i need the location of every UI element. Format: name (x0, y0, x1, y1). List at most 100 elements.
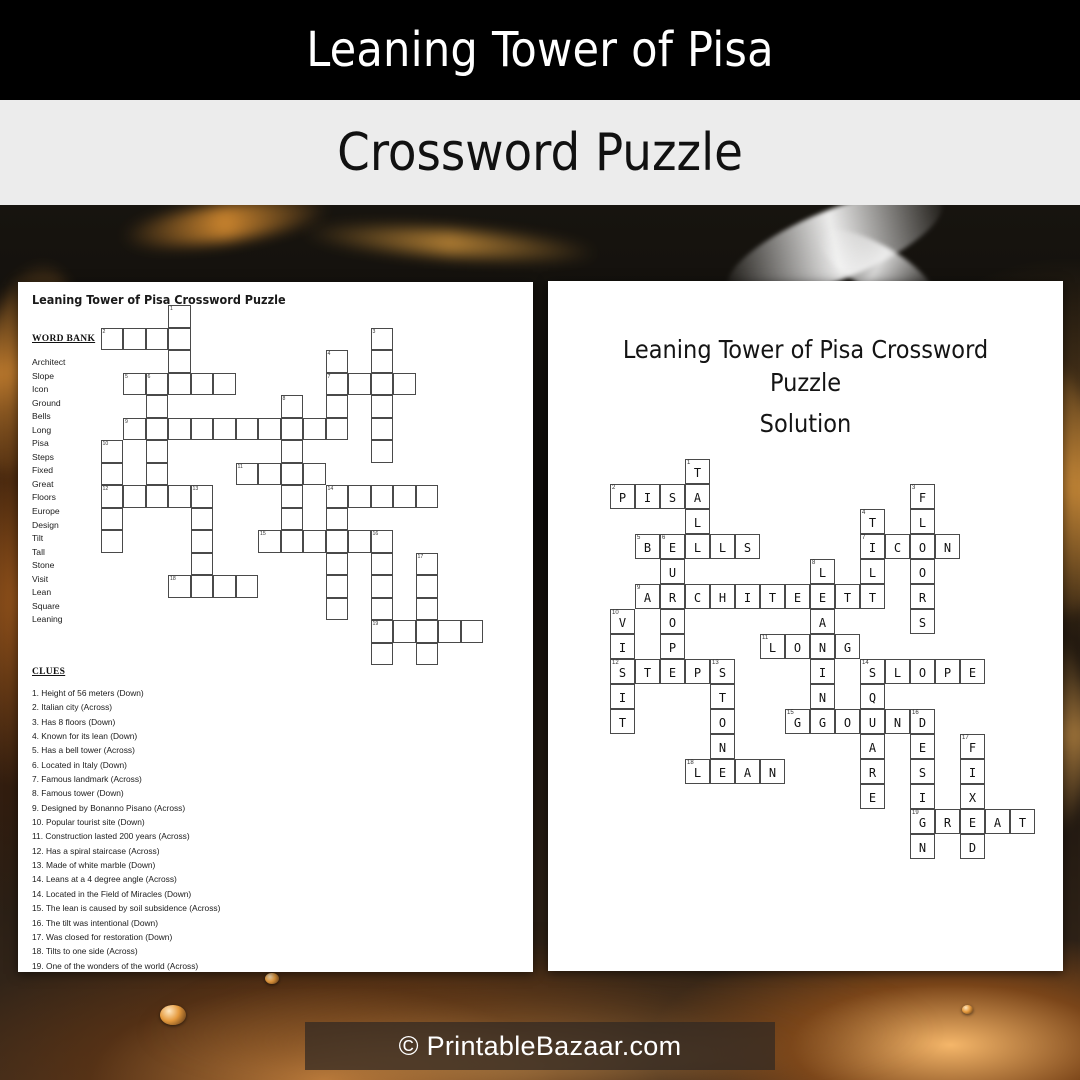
crossword-cell[interactable] (100, 507, 123, 530)
crossword-cell[interactable] (370, 372, 393, 395)
crossword-cell[interactable]: 17 (415, 552, 438, 575)
crossword-cell[interactable] (280, 530, 303, 553)
crossword-cell[interactable] (145, 395, 168, 418)
crossword-cell[interactable] (415, 575, 438, 598)
crossword-cell[interactable] (168, 372, 191, 395)
crossword-cell[interactable] (393, 620, 416, 643)
crossword-cell[interactable] (370, 350, 393, 373)
crossword-cell[interactable]: 11 (235, 462, 258, 485)
crossword-cell[interactable] (303, 417, 326, 440)
crossword-cell[interactable] (348, 372, 371, 395)
crossword-cell[interactable] (235, 417, 258, 440)
crossword-cell[interactable] (190, 575, 213, 598)
crossword-cell[interactable] (303, 462, 326, 485)
cell-letter: R (943, 815, 952, 830)
crossword-cell[interactable] (190, 552, 213, 575)
crossword-cell[interactable] (325, 417, 348, 440)
crossword-cell[interactable] (280, 485, 303, 508)
crossword-cell[interactable] (370, 642, 393, 665)
crossword-cell[interactable] (370, 417, 393, 440)
crossword-cell[interactable] (370, 552, 393, 575)
cell-letter: E (918, 740, 927, 755)
crossword-cell[interactable] (123, 327, 146, 350)
crossword-cell[interactable] (370, 395, 393, 418)
crossword-cell[interactable] (280, 440, 303, 463)
crossword-cell[interactable] (325, 597, 348, 620)
crossword-cell: 16 D (910, 709, 935, 734)
crossword-cell: S (910, 609, 935, 634)
crossword-cell[interactable] (213, 575, 236, 598)
crossword-cell[interactable]: 3 (370, 327, 393, 350)
cell-letter: S (868, 665, 877, 680)
crossword-cell[interactable] (393, 485, 416, 508)
crossword-cell[interactable] (415, 485, 438, 508)
crossword-cell[interactable] (438, 620, 461, 643)
crossword-cell[interactable] (145, 440, 168, 463)
crossword-cell[interactable] (168, 350, 191, 373)
crossword-cell[interactable]: 5 (123, 372, 146, 395)
crossword-cell[interactable] (258, 417, 281, 440)
crossword-cell[interactable]: 2 (100, 327, 123, 350)
crossword-cell[interactable]: 12 (100, 485, 123, 508)
crossword-cell[interactable] (370, 485, 393, 508)
crossword-cell[interactable] (145, 485, 168, 508)
cell-letter: E (668, 665, 677, 680)
crossword-cell[interactable] (370, 575, 393, 598)
crossword-cell[interactable] (145, 417, 168, 440)
crossword-cell[interactable]: 13 (190, 485, 213, 508)
crossword-cell[interactable]: 9 (123, 417, 146, 440)
crossword-cell[interactable] (280, 462, 303, 485)
crossword-cell[interactable] (325, 395, 348, 418)
crossword-cell: P (935, 659, 960, 684)
crossword-cell[interactable] (280, 417, 303, 440)
droplet-icon (962, 1005, 973, 1014)
word-bank-item: Leaning (32, 614, 63, 625)
crossword-cell[interactable] (325, 507, 348, 530)
crossword-cell[interactable] (145, 327, 168, 350)
crossword-cell[interactable] (370, 597, 393, 620)
crossword-cell[interactable] (145, 462, 168, 485)
crossword-cell[interactable]: 6 (145, 372, 168, 395)
crossword-cell[interactable] (348, 485, 371, 508)
crossword-cell[interactable]: 4 (325, 350, 348, 373)
crossword-cell[interactable]: 19 (370, 620, 393, 643)
crossword-cell[interactable]: 1 (168, 305, 191, 328)
crossword-cell[interactable]: 16 (370, 530, 393, 553)
crossword-cell[interactable] (415, 620, 438, 643)
crossword-cell[interactable]: 10 (100, 440, 123, 463)
crossword-cell[interactable]: 7 (325, 372, 348, 395)
crossword-cell[interactable] (190, 372, 213, 395)
cell-letter: N (818, 690, 827, 705)
crossword-cell[interactable]: 14 (325, 485, 348, 508)
crossword-cell[interactable] (325, 575, 348, 598)
crossword-cell[interactable] (123, 485, 146, 508)
crossword-cell[interactable] (190, 507, 213, 530)
crossword-cell: E (810, 584, 835, 609)
crossword-cell[interactable]: 8 (280, 395, 303, 418)
crossword-cell[interactable] (235, 575, 258, 598)
crossword-cell[interactable] (370, 440, 393, 463)
crossword-cell[interactable] (325, 552, 348, 575)
crossword-cell[interactable] (393, 372, 416, 395)
crossword-cell[interactable] (168, 485, 191, 508)
crossword-cell: I (735, 584, 760, 609)
cell-number: 2 (102, 328, 106, 335)
crossword-cell[interactable] (168, 417, 191, 440)
crossword-cell[interactable] (258, 462, 281, 485)
crossword-cell[interactable] (415, 642, 438, 665)
crossword-cell[interactable] (325, 530, 348, 553)
crossword-cell[interactable] (348, 530, 371, 553)
crossword-cell[interactable] (190, 530, 213, 553)
crossword-cell[interactable] (168, 327, 191, 350)
crossword-cell[interactable] (100, 530, 123, 553)
crossword-cell[interactable]: 18 (168, 575, 191, 598)
crossword-cell[interactable] (280, 507, 303, 530)
crossword-cell[interactable] (213, 417, 236, 440)
crossword-cell[interactable] (303, 530, 326, 553)
crossword-cell[interactable] (213, 372, 236, 395)
crossword-cell[interactable] (100, 462, 123, 485)
crossword-cell[interactable] (190, 417, 213, 440)
crossword-cell[interactable]: 15 (258, 530, 281, 553)
crossword-cell[interactable] (460, 620, 483, 643)
crossword-cell[interactable] (415, 597, 438, 620)
